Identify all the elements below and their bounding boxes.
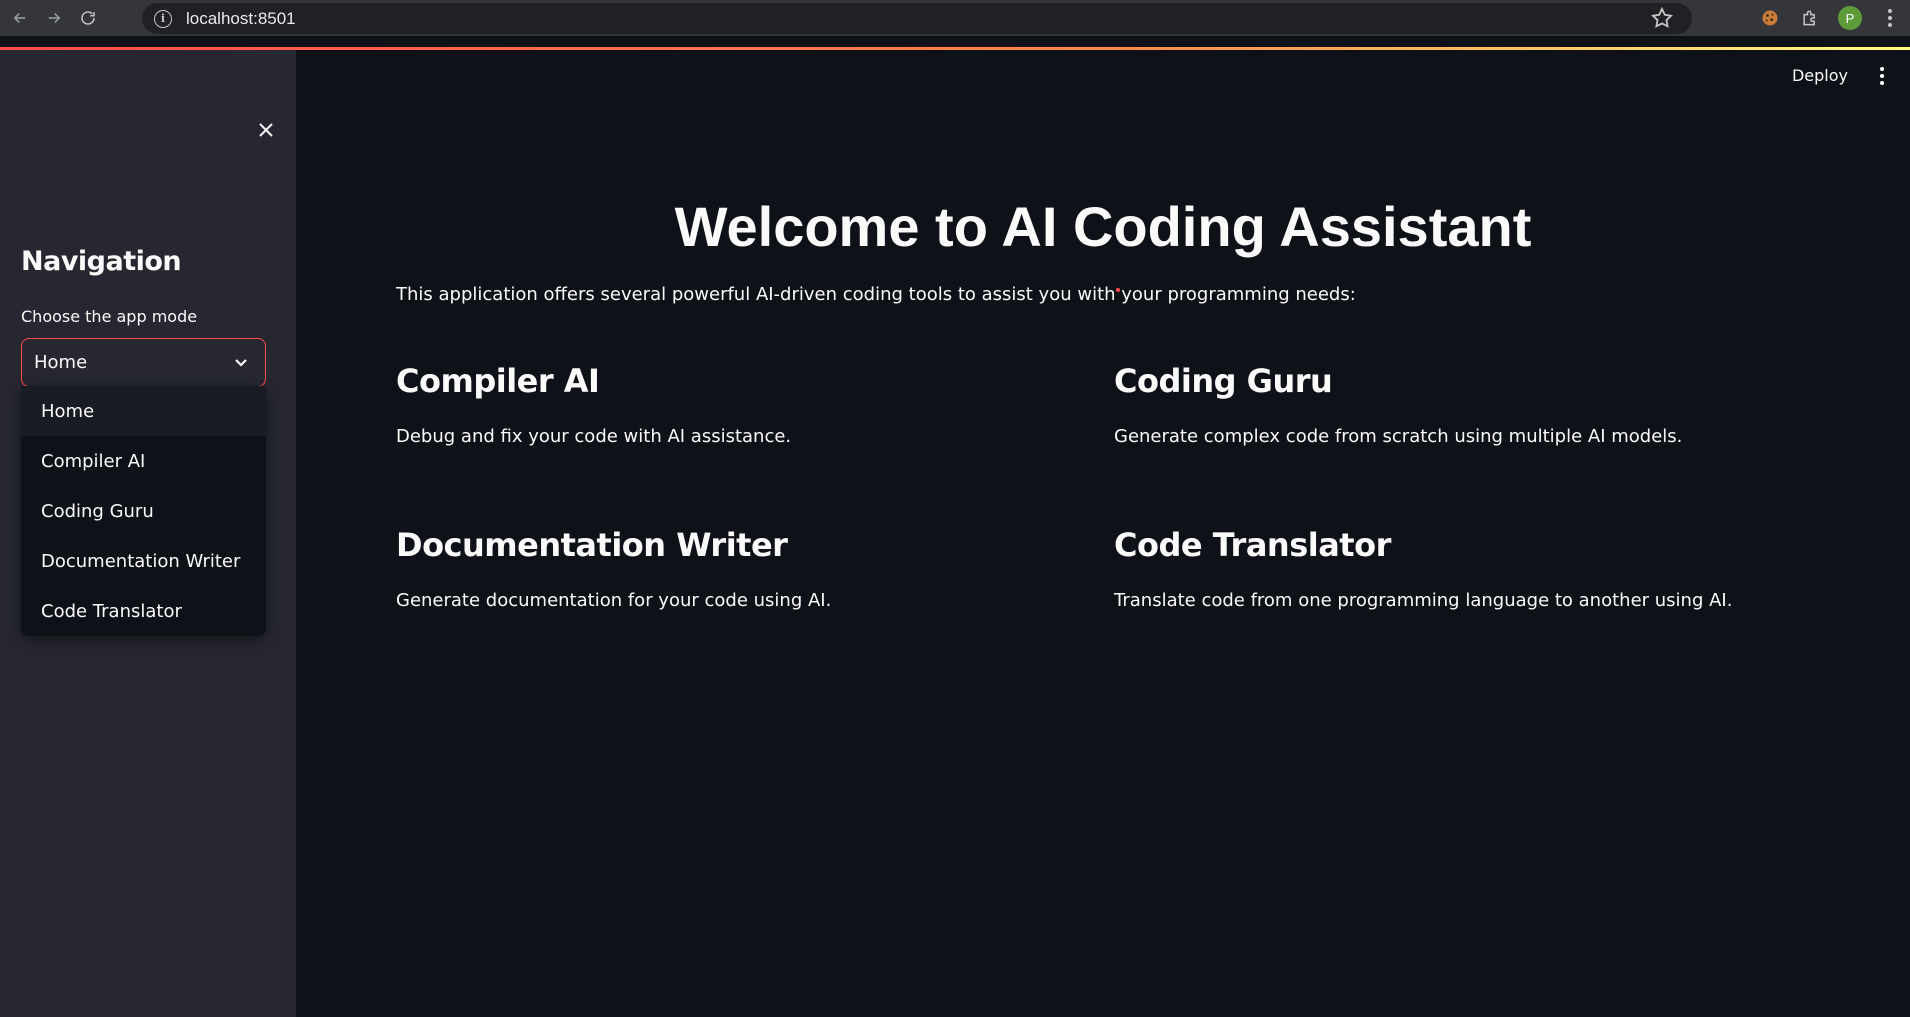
forward-icon[interactable] — [40, 4, 68, 32]
bookmark-star-icon[interactable] — [1650, 6, 1674, 30]
avatar: P — [1838, 6, 1862, 30]
extensions-puzzle-icon[interactable] — [1790, 0, 1830, 36]
deploy-button[interactable]: Deploy — [1792, 66, 1848, 85]
browser-menu-icon[interactable] — [1870, 0, 1910, 36]
feature-compiler-ai: Compiler AI Debug and fix your code with… — [396, 362, 791, 447]
close-icon — [259, 123, 273, 137]
feature-title: Code Translator — [1114, 526, 1391, 564]
feature-code-translator: Code Translator Translate code from one … — [1114, 526, 1732, 611]
main-content: Deploy Welcome to AI Coding Assistant Th… — [296, 50, 1910, 1017]
sidebar-title: Navigation — [21, 246, 182, 277]
feature-coding-guru: Coding Guru Generate complex code from s… — [1114, 362, 1682, 447]
site-info-icon[interactable]: i — [154, 9, 172, 28]
back-icon[interactable] — [6, 4, 34, 32]
feature-description: Translate code from one programming lang… — [1114, 590, 1733, 611]
dropdown-option-home[interactable]: Home — [21, 386, 266, 436]
app-mode-select[interactable]: Home — [21, 338, 266, 387]
chevron-down-icon — [231, 352, 251, 372]
feature-title: Compiler AI — [396, 362, 600, 400]
mouse-cursor — [1116, 288, 1120, 292]
feature-description: Generate complex code from scratch using… — [1114, 426, 1683, 447]
url-text: localhost:8501 — [186, 8, 296, 28]
reload-icon[interactable] — [74, 4, 102, 32]
cookie-extension-icon[interactable] — [1750, 0, 1790, 36]
page-title: Welcome to AI Coding Assistant — [674, 195, 1532, 258]
feature-title: Coding Guru — [1114, 362, 1333, 400]
sidebar: Navigation Choose the app mode Home Home… — [0, 50, 296, 1017]
dropdown-option-compiler-ai[interactable]: Compiler AI — [21, 436, 266, 486]
profile-avatar[interactable]: P — [1830, 0, 1870, 36]
main-menu-icon[interactable] — [1872, 64, 1892, 88]
feature-title: Documentation Writer — [396, 526, 788, 564]
browser-toolbar: i localhost:8501 P — [0, 0, 1910, 36]
feature-description: Generate documentation for your code usi… — [396, 590, 832, 611]
close-sidebar-button[interactable] — [254, 118, 278, 142]
header-spacer — [0, 36, 1910, 47]
select-label: Choose the app mode — [21, 307, 198, 326]
feature-documentation-writer: Documentation Writer Generate documentat… — [396, 526, 831, 611]
dropdown-option-code-translator[interactable]: Code Translator — [21, 586, 266, 636]
app-mode-dropdown: Home Compiler AI Coding Guru Documentati… — [21, 386, 266, 636]
intro-text: This application offers several powerful… — [396, 284, 1356, 305]
feature-description: Debug and fix your code with AI assistan… — [396, 426, 792, 447]
select-value: Home — [34, 352, 88, 373]
dropdown-option-coding-guru[interactable]: Coding Guru — [21, 486, 266, 536]
dropdown-option-documentation-writer[interactable]: Documentation Writer — [21, 536, 266, 586]
address-bar[interactable]: i localhost:8501 — [142, 3, 1692, 34]
